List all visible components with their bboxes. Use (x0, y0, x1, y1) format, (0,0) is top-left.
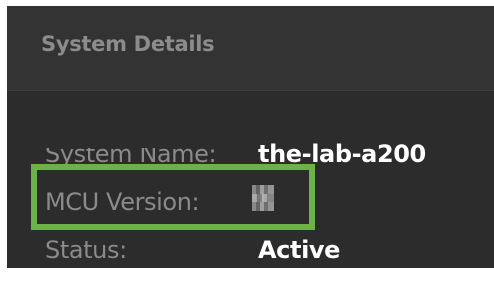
mcu-version-highlight-box (31, 164, 315, 230)
status-value: Active (258, 236, 341, 264)
panel-title: System Details (41, 32, 215, 56)
panel-header: System Details (7, 6, 494, 91)
status-label: Status: (45, 236, 127, 264)
